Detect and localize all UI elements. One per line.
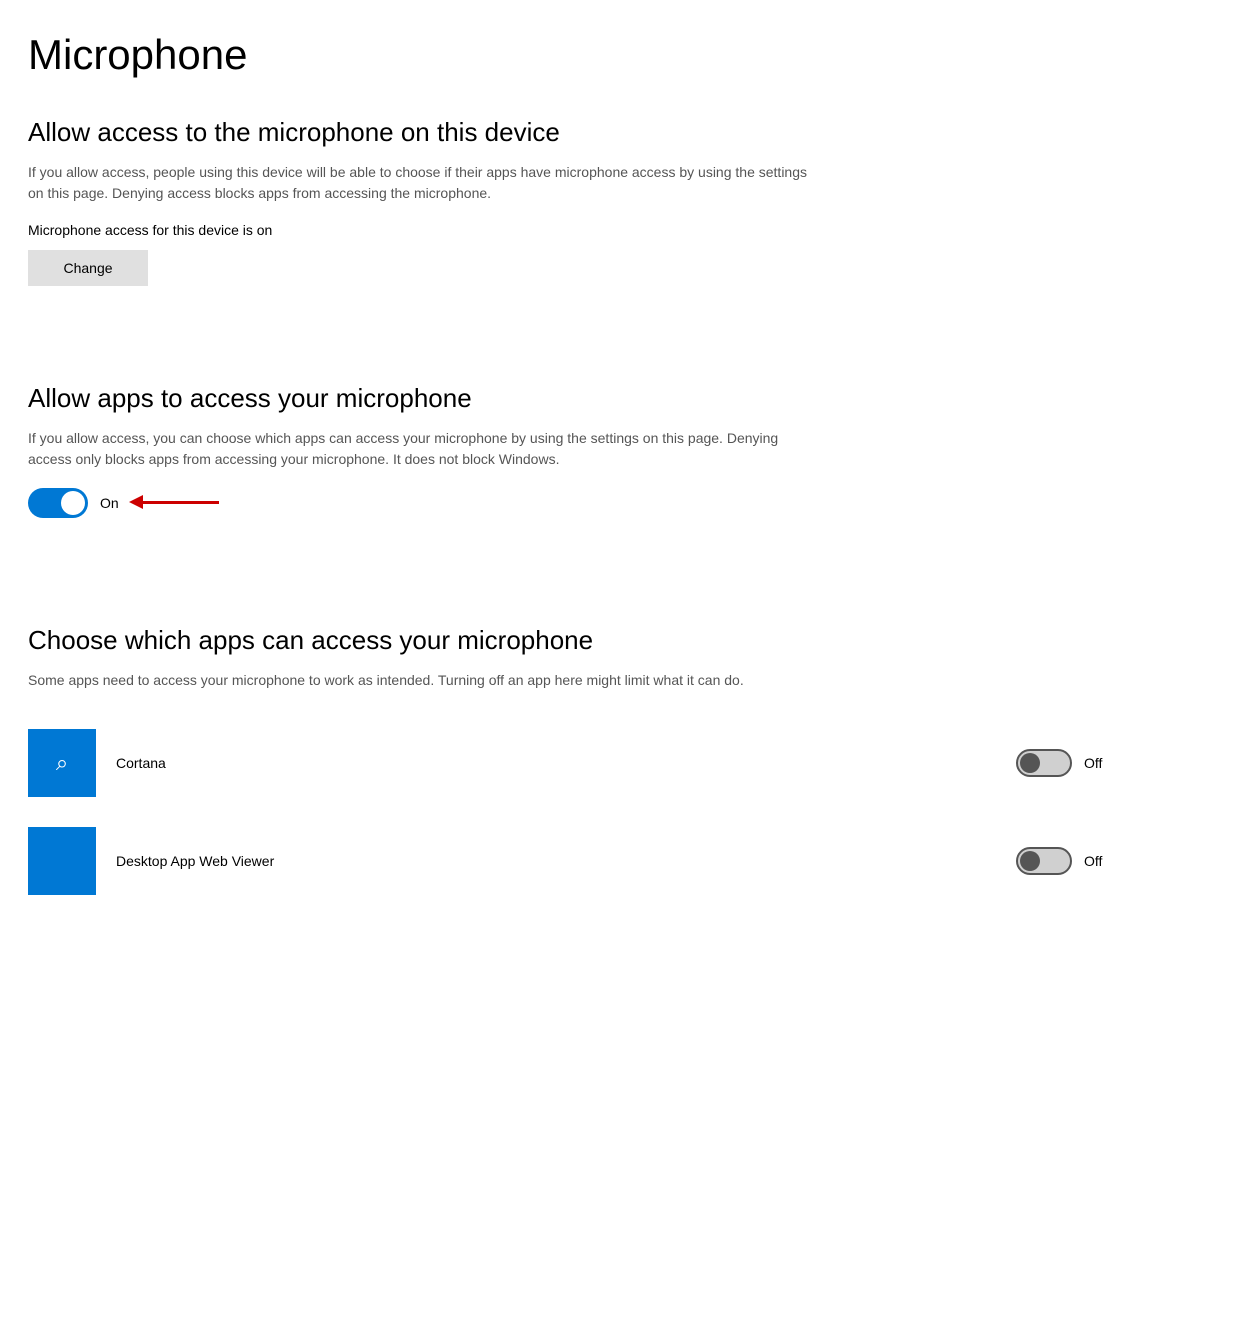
app-item-cortana: ⌕ Cortana Off <box>28 729 1216 797</box>
section2-description: If you allow access, you can choose whic… <box>28 428 808 470</box>
desktop-web-viewer-icon-bg <box>28 827 96 895</box>
cortana-toggle-area: Off <box>1016 749 1216 777</box>
page-title: Microphone <box>28 30 1216 80</box>
cortana-search-icon: ⌕ <box>56 750 68 776</box>
cortana-app-name: Cortana <box>116 755 1016 771</box>
desktop-web-viewer-toggle-knob <box>1020 851 1040 871</box>
cortana-toggle[interactable] <box>1016 749 1072 777</box>
section2-heading: Allow apps to access your microphone <box>28 382 1216 416</box>
cortana-toggle-label: Off <box>1084 755 1102 771</box>
section-choose-apps: Choose which apps can access your microp… <box>28 624 1216 895</box>
section-device-access: Allow access to the microphone on this d… <box>28 116 1216 286</box>
section3-description: Some apps need to access your microphone… <box>28 670 808 691</box>
spacer1 <box>28 334 1216 382</box>
section-app-access: Allow apps to access your microphone If … <box>28 382 1216 518</box>
app-access-toggle-row: On <box>28 488 1216 518</box>
device-access-status: Microphone access for this device is on <box>28 222 1216 238</box>
cortana-toggle-knob <box>1020 753 1040 773</box>
section1-description: If you allow access, people using this d… <box>28 162 808 204</box>
spacer3 <box>28 709 1216 729</box>
app-item-desktop-web-viewer: Desktop App Web Viewer Off <box>28 827 1216 895</box>
desktop-web-viewer-toggle-label: Off <box>1084 853 1102 869</box>
app-access-toggle[interactable] <box>28 488 88 518</box>
change-button[interactable]: Change <box>28 250 148 286</box>
arrow-line <box>139 501 219 504</box>
app-access-toggle-label: On <box>100 495 119 511</box>
spacer2 <box>28 566 1216 614</box>
arrow-annotation <box>139 501 219 504</box>
toggle-knob <box>61 491 85 515</box>
desktop-web-viewer-toggle-area: Off <box>1016 847 1216 875</box>
desktop-web-viewer-app-name: Desktop App Web Viewer <box>116 853 1016 869</box>
cortana-icon-bg: ⌕ <box>28 729 96 797</box>
desktop-web-viewer-toggle[interactable] <box>1016 847 1072 875</box>
section3-heading: Choose which apps can access your microp… <box>28 624 1216 658</box>
section1-heading: Allow access to the microphone on this d… <box>28 116 1216 150</box>
